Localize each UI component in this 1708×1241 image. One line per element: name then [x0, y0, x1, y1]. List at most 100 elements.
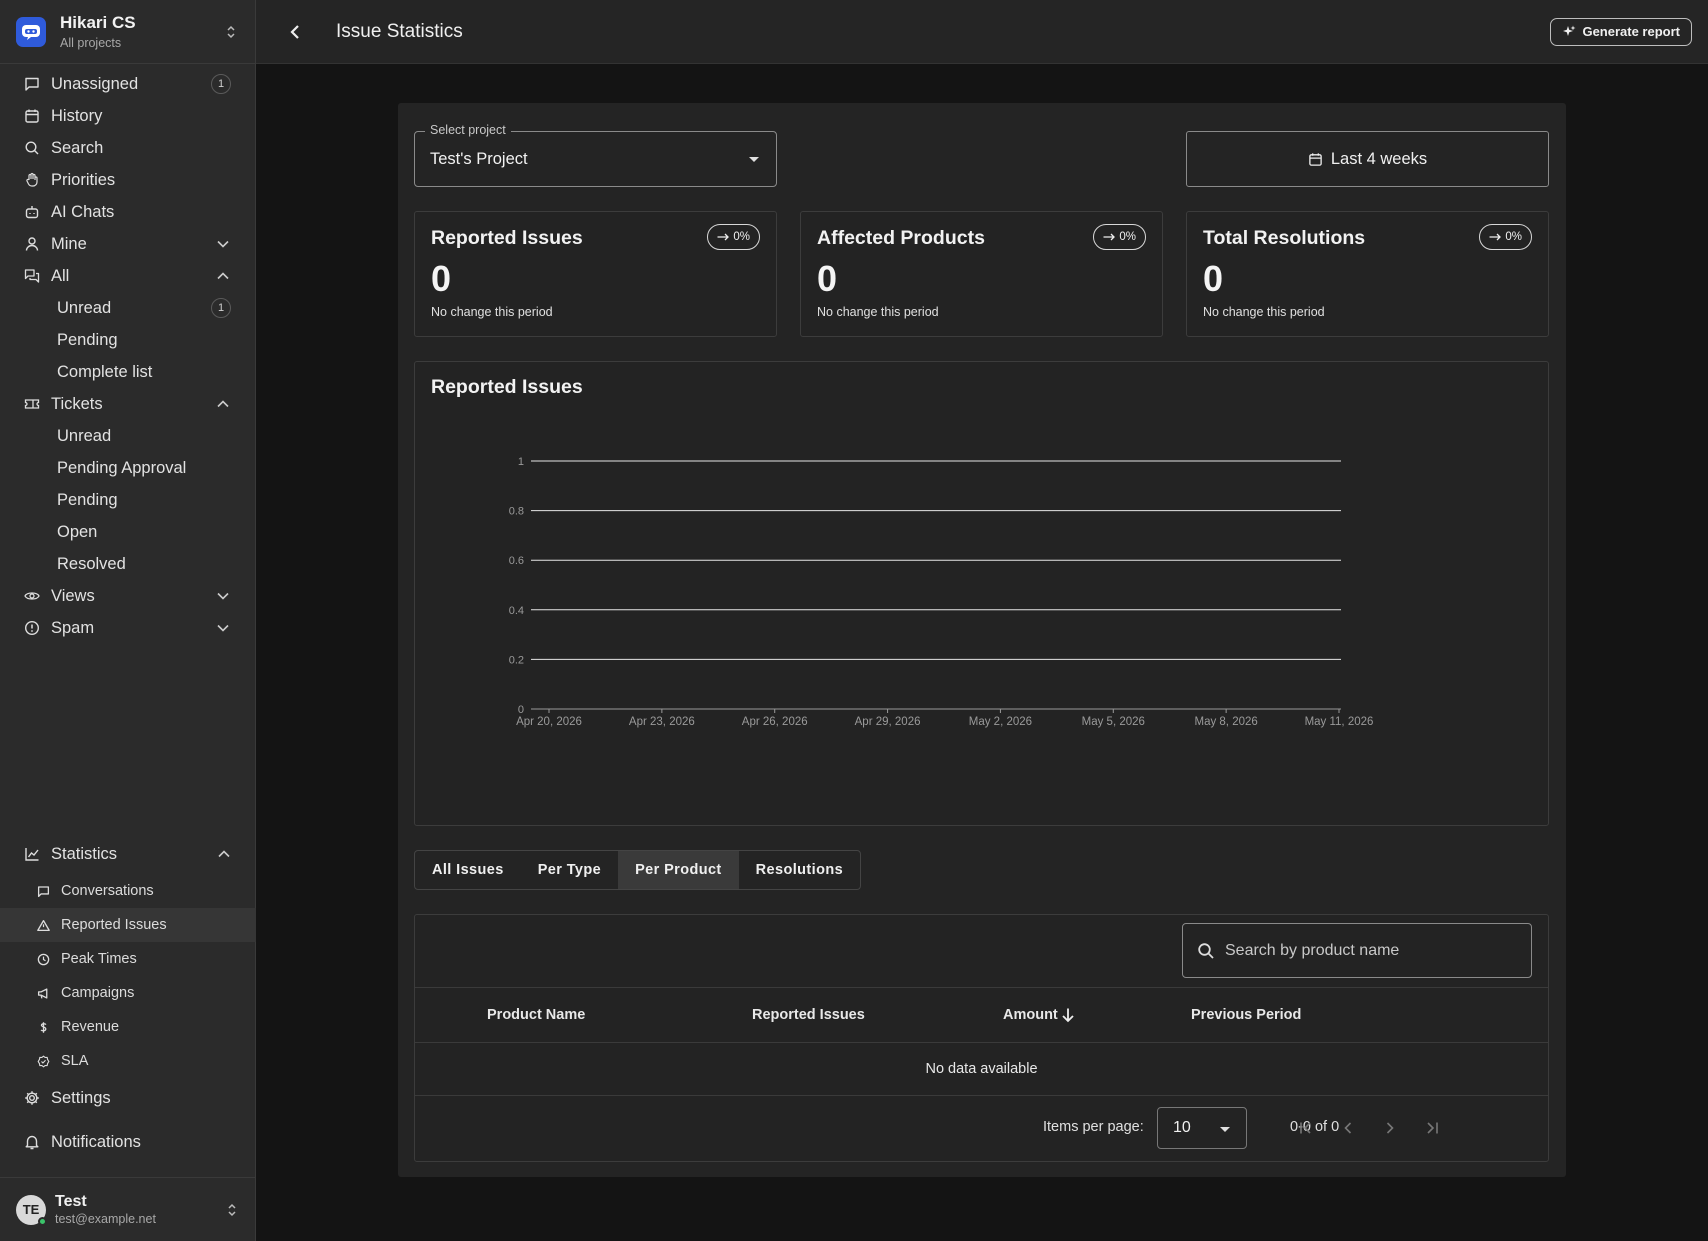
stat-title: Affected Products — [817, 227, 985, 249]
column-header-product-name[interactable]: Product Name — [487, 1007, 585, 1023]
sidebar-item-label: Pending — [57, 490, 118, 509]
alert-triangle-icon — [36, 918, 50, 932]
previous-page-icon[interactable] — [1337, 1117, 1359, 1139]
product-search-field[interactable] — [1182, 923, 1532, 978]
stats-item-label: Conversations — [61, 883, 154, 899]
stats-item-reported-issues[interactable]: Reported Issues — [0, 908, 256, 942]
bot-icon — [23, 203, 41, 221]
sidebar: Hikari CS All projects Unassigned 1 Hist… — [0, 0, 256, 1241]
top-bar: Issue Statistics Generate report — [256, 0, 1708, 64]
product-search-input[interactable] — [1225, 941, 1517, 960]
bell-icon — [23, 1133, 41, 1151]
table-pagination: Items per page: 10 0-0 of 0 — [415, 1096, 1548, 1162]
message-square-icon — [36, 884, 50, 898]
sidebar-item-label: Pending Approval — [57, 458, 187, 477]
tab-resolutions[interactable]: Resolutions — [739, 851, 860, 889]
page-title: Issue Statistics — [336, 20, 463, 42]
sidebar-item-all[interactable]: All — [0, 260, 255, 292]
table-header: Product Name Reported Issues Amount Prev… — [415, 987, 1548, 1043]
sidebar-item-statistics[interactable]: Statistics — [0, 838, 256, 870]
online-status-icon — [38, 1216, 47, 1226]
chevron-down-icon[interactable] — [215, 236, 231, 252]
items-per-page-select[interactable]: 10 — [1157, 1107, 1247, 1149]
sidebar-item-open[interactable]: Open — [0, 516, 255, 548]
chevron-up-icon[interactable] — [216, 846, 232, 862]
sidebar-item-label: Open — [57, 522, 98, 541]
sidebar-item-pending-approval[interactable]: Pending Approval — [0, 452, 255, 484]
sidebar-item-label: Search — [51, 138, 104, 157]
clock-icon — [36, 952, 50, 966]
stats-item-revenue[interactable]: Revenue — [0, 1010, 256, 1044]
sidebar-item-tickets-unread[interactable]: Unread — [0, 420, 255, 452]
x-tick-label: Apr 20, 2026 — [516, 716, 582, 728]
date-range-button[interactable]: Last 4 weeks — [1186, 131, 1549, 187]
column-header-reported-issues[interactable]: Reported Issues — [752, 1007, 865, 1023]
stat-card-reported-issues: Reported Issues 0% 0 No change this peri… — [414, 211, 777, 337]
x-tick-label: May 11, 2026 — [1305, 716, 1374, 728]
change-badge: 0% — [707, 224, 760, 250]
stat-card-affected-products: Affected Products 0% 0 No change this pe… — [800, 211, 1163, 337]
items-per-page-value: 10 — [1173, 1119, 1191, 1136]
chevron-down-icon[interactable] — [215, 620, 231, 636]
stats-item-peak-times[interactable]: Peak Times — [0, 942, 256, 976]
sidebar-item-resolved[interactable]: Resolved — [0, 548, 255, 580]
sidebar-item-complete-list[interactable]: Complete list — [0, 356, 255, 388]
sidebar-item-mine[interactable]: Mine — [0, 228, 255, 260]
change-badge: 0% — [1479, 224, 1532, 250]
reported-issues-chart-card: Reported Issues 0 0.2 0.4 0.6 0.8 1 Apr 20, 20… — [414, 361, 1549, 826]
stat-note: No change this period — [817, 305, 939, 319]
y-tick-label: 0.2 — [509, 654, 524, 666]
sidebar-item-all-unread[interactable]: Unread 1 — [0, 292, 255, 324]
stat-card-total-resolutions: Total Resolutions 0% 0 No change this pe… — [1186, 211, 1549, 337]
stats-item-conversations[interactable]: Conversations — [0, 874, 256, 908]
sidebar-item-unassigned[interactable]: Unassigned 1 — [0, 68, 255, 100]
tab-all-issues[interactable]: All Issues — [415, 851, 521, 889]
last-page-icon[interactable] — [1421, 1117, 1443, 1139]
stats-item-sla[interactable]: SLA — [0, 1044, 256, 1078]
user-menu[interactable]: TE Test test@example.net — [0, 1177, 256, 1241]
stats-item-campaigns[interactable]: Campaigns — [0, 976, 256, 1010]
chevron-down-icon[interactable] — [215, 588, 231, 604]
column-header-amount[interactable]: Amount — [1003, 1007, 1075, 1023]
project-select[interactable]: Select project Test's Project — [414, 123, 777, 187]
sidebar-item-label: All — [51, 266, 70, 285]
workspace-switcher[interactable]: Hikari CS All projects — [0, 0, 255, 64]
sidebar-item-settings[interactable]: Settings — [0, 1082, 256, 1114]
back-arrow-icon[interactable] — [284, 21, 306, 43]
chevron-up-icon[interactable] — [215, 268, 231, 284]
sidebar-item-ai-chats[interactable]: AI Chats — [0, 196, 255, 228]
change-badge: 0% — [1093, 224, 1146, 250]
search-icon — [1197, 942, 1215, 960]
sidebar-item-notifications[interactable]: Notifications — [0, 1126, 256, 1158]
y-tick-label: 0.6 — [509, 555, 524, 567]
column-header-label: Amount — [1003, 1007, 1058, 1023]
tab-per-product[interactable]: Per Product — [618, 851, 739, 889]
first-page-icon[interactable] — [1295, 1117, 1317, 1139]
x-tick-label: Apr 29, 2026 — [855, 716, 921, 728]
unread-count-badge: 1 — [211, 298, 231, 318]
sidebar-item-views[interactable]: Views — [0, 580, 255, 612]
caret-down-icon — [749, 157, 759, 162]
sidebar-item-label: Mine — [51, 234, 87, 253]
sidebar-item-search[interactable]: Search — [0, 132, 255, 164]
tab-per-type[interactable]: Per Type — [521, 851, 618, 889]
products-table-card: Product Name Reported Issues Amount Prev… — [414, 914, 1549, 1162]
next-page-icon[interactable] — [1379, 1117, 1401, 1139]
sidebar-item-tickets[interactable]: Tickets — [0, 388, 255, 420]
sidebar-item-priorities[interactable]: Priorities — [0, 164, 255, 196]
sidebar-item-tickets-pending[interactable]: Pending — [0, 484, 255, 516]
statistics-group: Statistics Conversations Reported Issues… — [0, 838, 256, 1158]
sidebar-item-spam[interactable]: Spam — [0, 612, 255, 644]
sidebar-item-history[interactable]: History — [0, 100, 255, 132]
column-header-previous-period[interactable]: Previous Period — [1191, 1007, 1301, 1023]
workspace-subtitle: All projects — [60, 36, 122, 50]
sidebar-item-all-pending[interactable]: Pending — [0, 324, 255, 356]
stats-item-label: Campaigns — [61, 985, 135, 1001]
generate-report-button[interactable]: Generate report — [1550, 17, 1692, 46]
y-tick-label: 0.4 — [509, 605, 524, 617]
project-select-label: Select project — [425, 123, 511, 137]
chevron-up-icon[interactable] — [215, 396, 231, 412]
stats-item-label: SLA — [61, 1053, 89, 1069]
generate-report-label: Generate report — [1582, 24, 1680, 39]
change-value: 0% — [1119, 231, 1136, 243]
